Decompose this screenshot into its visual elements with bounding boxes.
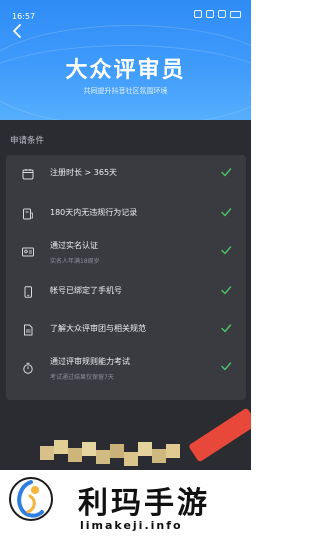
watermark-banner: 利玛手游 limakeji.info xyxy=(0,470,251,538)
pixelated-overlay xyxy=(40,440,220,468)
check-icon xyxy=(221,324,232,333)
status-icons xyxy=(194,10,241,18)
check-icon xyxy=(221,208,232,217)
condition-row: 帐号已绑定了手机号 xyxy=(6,275,246,309)
condition-label: 通过评审规则能力考试 xyxy=(50,357,130,366)
record-icon xyxy=(23,208,33,220)
condition-note: 实名人年满18周岁 xyxy=(50,258,100,265)
condition-row: 注册时长 > 365天 xyxy=(6,157,246,191)
page-title: 大众评审员 xyxy=(65,58,186,83)
id-card-icon xyxy=(22,247,34,257)
conditions-card: 注册时长 > 365天 180天内无违规行为记录 通过实名认证 实名人年满18周… xyxy=(6,155,246,400)
alarm-icon xyxy=(218,10,226,18)
calendar-icon xyxy=(22,169,34,180)
signal-icon xyxy=(194,10,202,18)
page-subtitle: 共同提升抖音社区氛围环境 xyxy=(83,87,168,95)
phone-icon xyxy=(24,286,32,298)
check-icon xyxy=(221,246,232,255)
check-icon xyxy=(221,362,232,371)
condition-row: 通过实名认证 实名人年满18周岁 xyxy=(6,235,246,269)
condition-label: 通过实名认证 xyxy=(50,241,98,250)
condition-note: 考试通过结果仅保留7天 xyxy=(50,374,114,381)
condition-label: 帐号已绑定了手机号 xyxy=(50,286,122,295)
hero-header: 16:57 大众评审员 共同提升抖音社区氛围环境 xyxy=(0,0,251,120)
wifi-icon xyxy=(206,10,214,18)
condition-row: 了解大众评审团与相关规范 xyxy=(6,313,246,347)
app-screen: 16:57 大众评审员 共同提升抖音社区氛围环境 申请条件 注册时长 > 365… xyxy=(0,0,251,470)
condition-label: 180天内无违规行为记录 xyxy=(50,208,138,217)
brand-url: limakeji.info xyxy=(80,519,183,532)
brand-name: 利玛手游 xyxy=(78,486,210,521)
condition-label: 了解大众评审团与相关规范 xyxy=(50,324,146,333)
check-icon xyxy=(221,168,232,177)
status-bar: 16:57 xyxy=(0,0,251,28)
condition-row: 180天内无违规行为记录 xyxy=(6,197,246,231)
section-title: 申请条件 xyxy=(10,136,45,146)
check-icon xyxy=(221,286,232,295)
document-icon xyxy=(24,324,33,336)
condition-label: 注册时长 > 365天 xyxy=(50,168,118,177)
battery-icon xyxy=(230,10,241,18)
brand-logo xyxy=(9,477,53,521)
back-button[interactable] xyxy=(8,22,26,40)
status-time: 16:57 xyxy=(12,12,36,21)
condition-row: 通过评审规则能力考试 考试通过结果仅保留7天 xyxy=(6,351,246,385)
stopwatch-icon xyxy=(23,362,33,374)
